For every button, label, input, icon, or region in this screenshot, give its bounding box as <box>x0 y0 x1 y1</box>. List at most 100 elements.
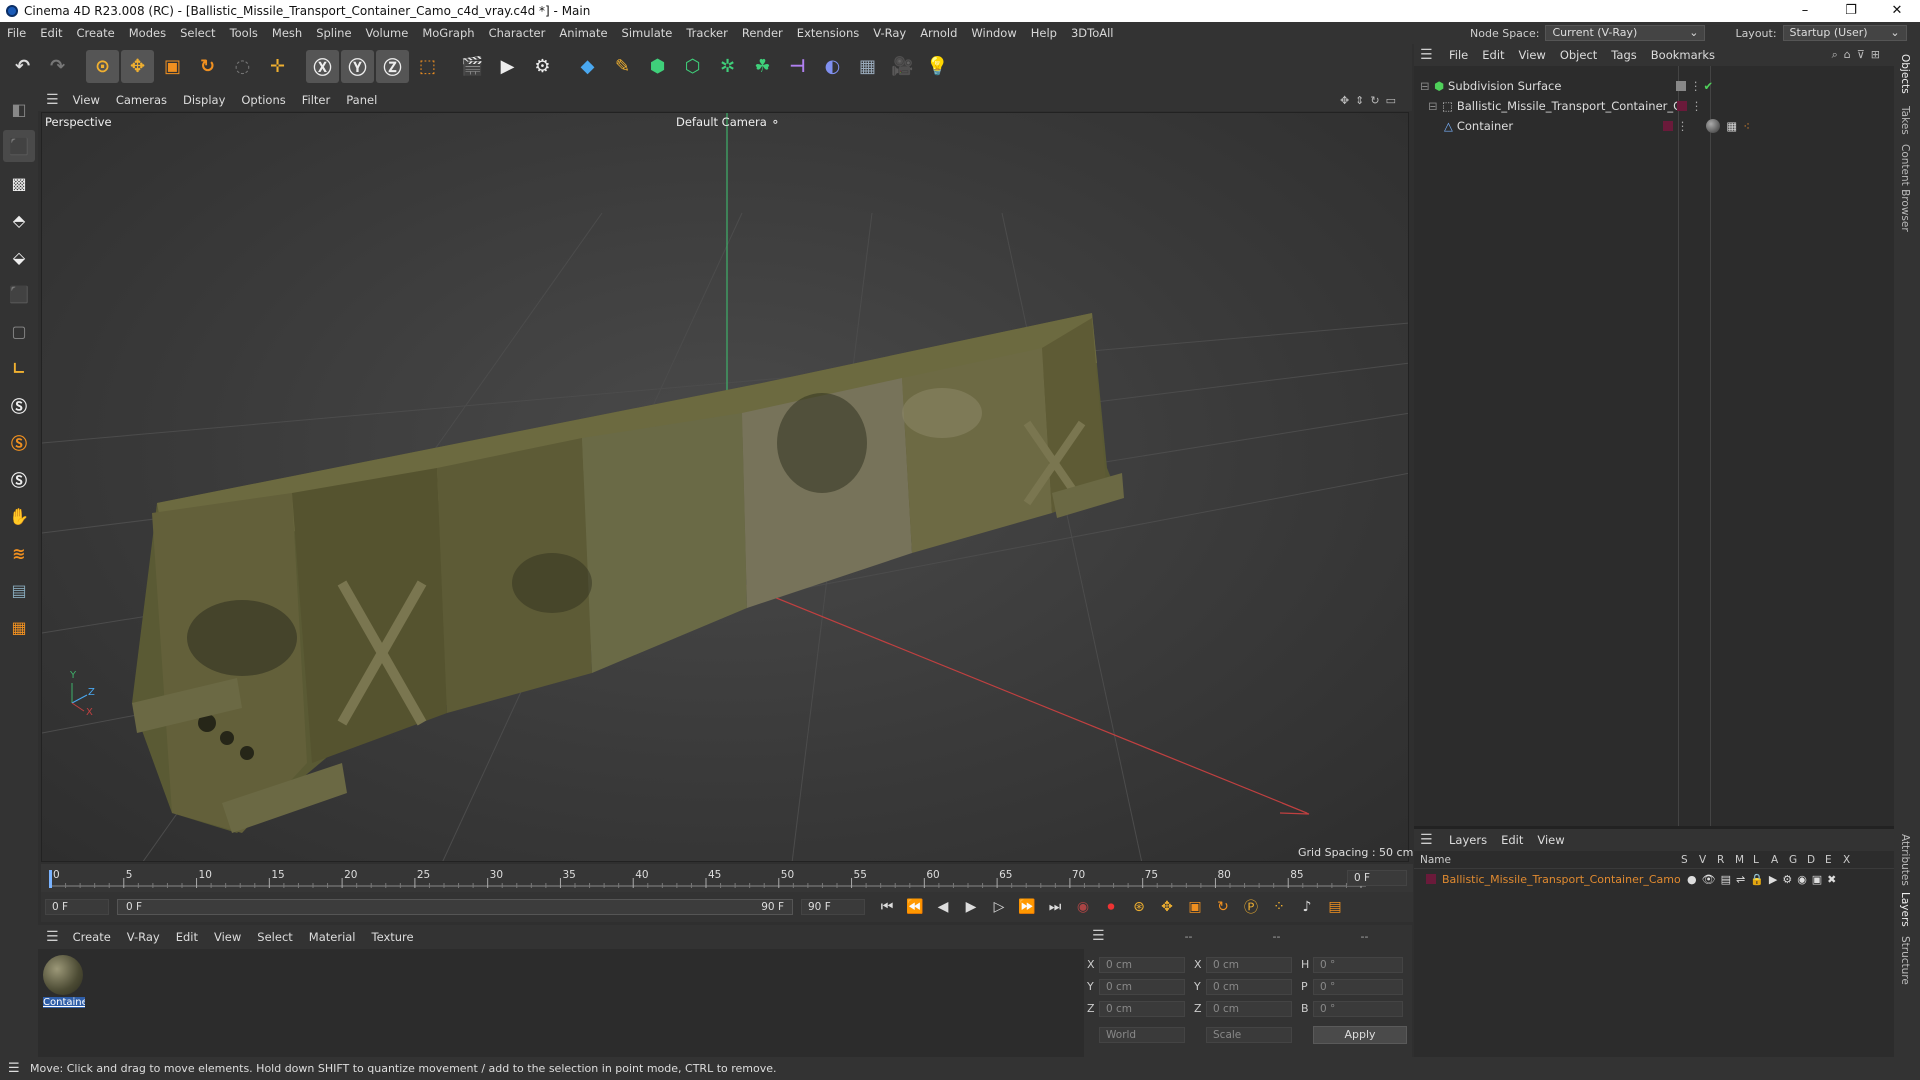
size-y-field[interactable]: 0 cm <box>1206 979 1292 995</box>
move-tool-icon[interactable]: ✥ <box>121 50 154 83</box>
flag-s[interactable]: S <box>1681 854 1699 866</box>
quantize-icon[interactable]: Ⓢ <box>3 463 35 495</box>
object-menu-bookmarks[interactable]: Bookmarks <box>1644 48 1722 62</box>
menu-tools[interactable]: Tools <box>223 26 265 40</box>
snap-icon[interactable]: Ⓢ <box>3 389 35 421</box>
layer-flag-icons[interactable]: ●👁▤⇌🔒▶⚙◉▣✖ <box>1687 873 1841 886</box>
flag-r[interactable]: R <box>1717 854 1735 866</box>
go-to-start-icon[interactable]: ⏮ <box>875 895 899 919</box>
keyframe-selection-icon[interactable]: ⊛ <box>1127 895 1151 919</box>
node-space-dropdown[interactable]: Current (V-Ray) ⌄ <box>1545 25 1706 41</box>
menu-animate[interactable]: Animate <box>552 26 614 40</box>
menu-select[interactable]: Select <box>173 26 222 40</box>
magnet-tool-icon[interactable]: ✋ <box>3 500 35 532</box>
flag-a[interactable]: A <box>1771 854 1789 866</box>
parameter-key-icon[interactable]: Ⓟ <box>1239 895 1263 919</box>
autokey-icon[interactable]: ◉ <box>1071 895 1095 919</box>
layer-swatch[interactable] <box>1676 101 1687 111</box>
layer-name[interactable]: Ballistic_Missile_Transport_Container_Ca… <box>1442 873 1687 886</box>
visibility-dots-icon[interactable]: ⋮ <box>1690 79 1702 93</box>
motion-path-icon[interactable]: ♪ <box>1295 895 1319 919</box>
y-axis-lock-icon[interactable]: Ⓨ <box>341 50 374 83</box>
enabled-check-icon[interactable]: ✔ <box>1704 79 1714 93</box>
x-axis-lock-icon[interactable]: Ⓧ <box>306 50 339 83</box>
hamburger-icon[interactable]: ☰ <box>1420 832 1433 848</box>
visibility-dots-icon[interactable]: ⋮ <box>1677 119 1689 133</box>
collapse-icon[interactable]: ⊟ <box>1420 79 1430 93</box>
model-mode-icon[interactable]: ⬛ <box>3 130 35 162</box>
pen-spline-icon[interactable]: ✎ <box>606 50 639 83</box>
flag-x[interactable]: X <box>1843 854 1861 866</box>
rotation-key-icon[interactable]: ↻ <box>1211 895 1235 919</box>
hamburger-icon[interactable]: ☰ <box>1092 928 1105 944</box>
material-swatch[interactable]: Containe <box>43 955 85 1017</box>
material-menu-view[interactable]: View <box>206 930 249 944</box>
material-menu-vray[interactable]: V-Ray <box>119 930 168 944</box>
menu-spline[interactable]: Spline <box>309 26 358 40</box>
tab-objects[interactable]: Objects <box>1899 54 1911 94</box>
select-tool-icon[interactable]: ⊙ <box>86 50 119 83</box>
material-menu-select[interactable]: Select <box>249 930 300 944</box>
object-menu-edit[interactable]: Edit <box>1475 48 1511 62</box>
floor-scene-icon[interactable]: ▦ <box>851 50 884 83</box>
camera-icon[interactable]: 🎥 <box>886 50 919 83</box>
render-view-icon[interactable]: ▶ <box>491 50 524 83</box>
record-icon[interactable]: ⏺ <box>1099 895 1123 919</box>
render-settings-icon[interactable]: ⚙ <box>526 50 559 83</box>
material-menu-material[interactable]: Material <box>301 930 364 944</box>
menu-vray[interactable]: V-Ray <box>866 26 913 40</box>
object-menu-file[interactable]: File <box>1442 48 1475 62</box>
layout-dropdown[interactable]: Startup (User) ⌄ <box>1782 25 1907 41</box>
position-key-icon[interactable]: ✥ <box>1155 895 1179 919</box>
hamburger-icon[interactable]: ☰ <box>1420 47 1433 63</box>
viewport-menu-view[interactable]: View <box>65 93 108 107</box>
object-menu-tags[interactable]: Tags <box>1604 48 1643 62</box>
edge-mode-icon[interactable]: ⬙ <box>3 241 35 273</box>
size-x-field[interactable]: 0 cm <box>1206 957 1292 973</box>
cloner-icon[interactable]: ✲ <box>711 50 744 83</box>
recent-tools-icon[interactable]: ◌ <box>226 50 259 83</box>
workplane-icon[interactable]: ≋ <box>3 537 35 569</box>
3d-viewport[interactable]: Y Z X <box>41 112 1409 862</box>
collapse-icon[interactable]: ⊟ <box>1428 99 1438 113</box>
locked-workplane-icon[interactable]: ▦ <box>3 611 35 643</box>
flag-e[interactable]: E <box>1825 854 1843 866</box>
next-key-icon[interactable]: ⏩ <box>1015 895 1039 919</box>
viewport-menu-panel[interactable]: Panel <box>338 93 385 107</box>
material-menu-create[interactable]: Create <box>65 930 119 944</box>
layer-swatch[interactable] <box>1676 81 1687 91</box>
playhead[interactable] <box>49 870 52 888</box>
point-mode-icon[interactable]: ⬘ <box>3 204 35 236</box>
mograph-icon[interactable]: ☘ <box>746 50 779 83</box>
object-menu-view[interactable]: View <box>1512 48 1553 62</box>
tab-takes[interactable]: Takes <box>1899 106 1911 135</box>
flag-v[interactable]: V <box>1699 854 1717 866</box>
menu-mesh[interactable]: Mesh <box>265 26 309 40</box>
layer-row[interactable]: Ballistic_Missile_Transport_Container_Ca… <box>1414 869 1894 889</box>
layer-menu-edit[interactable]: Edit <box>1494 833 1530 847</box>
field-icon[interactable]: ◐ <box>816 50 849 83</box>
current-frame-field[interactable]: 0 F <box>1347 870 1407 886</box>
deformer-icon[interactable]: ⊣ <box>781 50 814 83</box>
redo-icon[interactable]: ↷ <box>41 50 74 83</box>
flag-g[interactable]: G <box>1789 854 1807 866</box>
rot-p-field[interactable]: 0 ° <box>1313 979 1403 995</box>
viewport-menu-options[interactable]: Options <box>233 93 293 107</box>
snap-settings-icon[interactable]: Ⓢ <box>3 426 35 458</box>
menu-help[interactable]: Help <box>1024 26 1064 40</box>
axis-mode-icon[interactable]: ∟ <box>3 352 35 384</box>
previous-key-icon[interactable]: ⏪ <box>903 895 927 919</box>
layer-menu-view[interactable]: View <box>1530 833 1571 847</box>
scale-key-icon[interactable]: ▣ <box>1183 895 1207 919</box>
timeline-icon[interactable]: ▤ <box>1323 895 1347 919</box>
menu-tracker[interactable]: Tracker <box>679 26 735 40</box>
tab-attributes[interactable]: Attributes <box>1899 834 1911 886</box>
tab-content-browser[interactable]: Content Browser <box>1899 144 1911 232</box>
menu-extensions[interactable]: Extensions <box>790 26 866 40</box>
menu-modes[interactable]: Modes <box>122 26 173 40</box>
viewport-menu-display[interactable]: Display <box>175 93 233 107</box>
rot-h-field[interactable]: 0 ° <box>1313 957 1403 973</box>
end-frame-field[interactable]: 90 F <box>801 899 865 915</box>
coordinate-mode-dropdown[interactable]: World <box>1099 1027 1185 1043</box>
pos-y-field[interactable]: 0 cm <box>1099 979 1185 995</box>
